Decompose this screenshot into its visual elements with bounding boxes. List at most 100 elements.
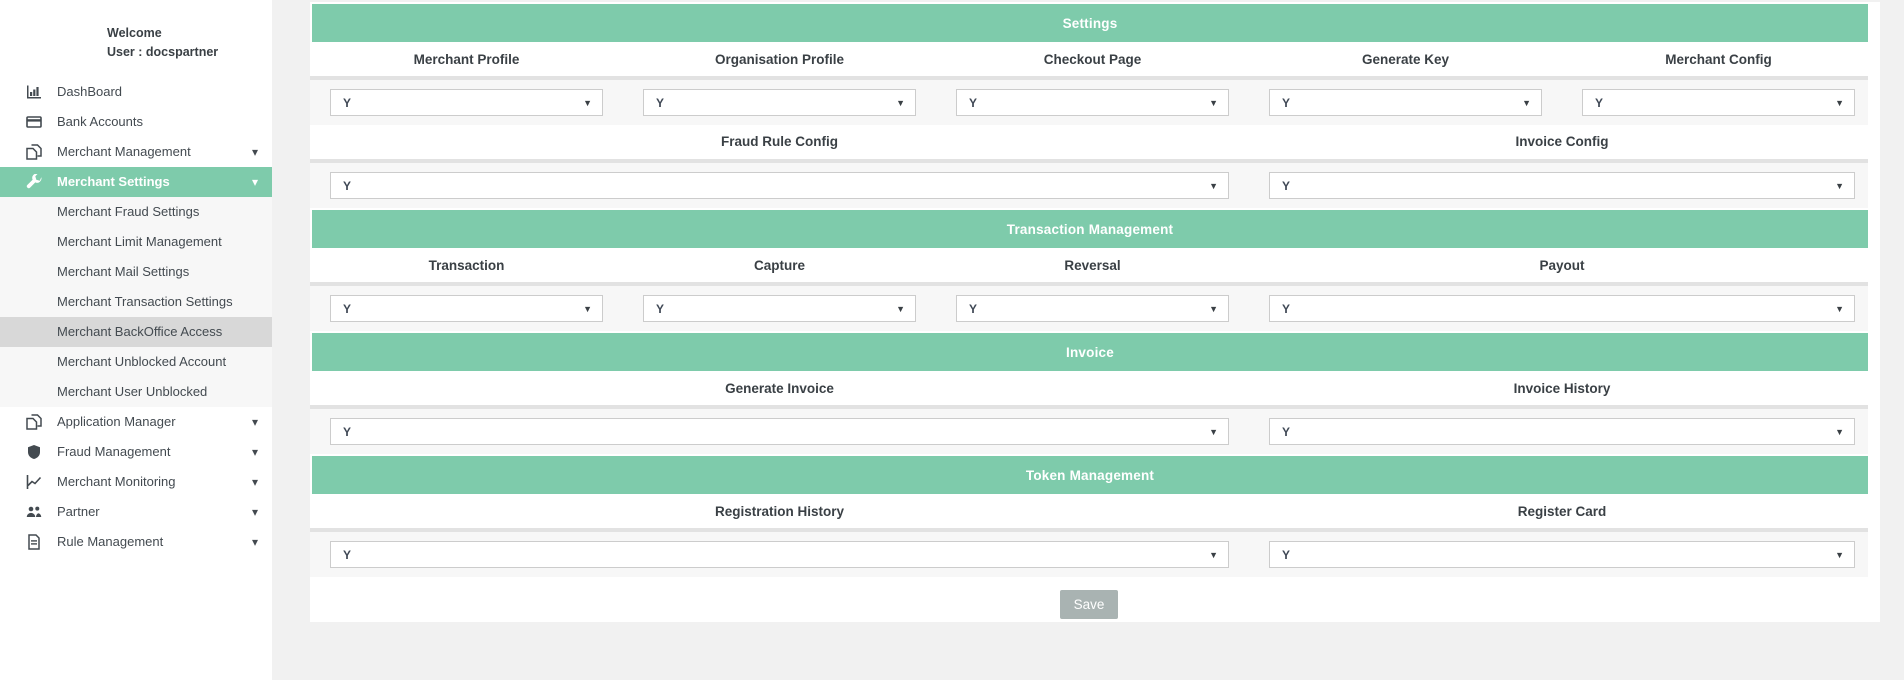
chevron-down-icon: ▾ (252, 506, 258, 518)
sidebar-subitem-merchant-fraud-settings[interactable]: Merchant Fraud Settings (0, 197, 272, 227)
partner-icon (26, 504, 44, 520)
dropdown-caret-icon: ▼ (1209, 304, 1218, 314)
invoice-header-row: Generate Invoice Invoice History (310, 373, 1868, 405)
generate-invoice-select[interactable]: Y ▼ (330, 418, 1229, 445)
bank-accounts-icon (26, 114, 44, 130)
sidebar-item-bank-accounts[interactable]: Bank Accounts (0, 107, 272, 137)
field-label: Registration History (330, 504, 1229, 520)
settings-header-row-2: Fraud Rule Config Invoice Config (310, 125, 1868, 159)
shield-icon (26, 444, 44, 460)
dropdown-caret-icon: ▼ (1209, 550, 1218, 560)
field-label: Transaction (330, 258, 603, 274)
sidebar-item-label: Bank Accounts (57, 114, 258, 129)
sidebar-item-merchant-management[interactable]: Merchant Management ▾ (0, 137, 272, 167)
sidebar-item-merchant-monitoring[interactable]: Merchant Monitoring ▾ (0, 467, 272, 497)
field-label: Invoice Config (1269, 134, 1855, 150)
register-card-select[interactable]: Y ▼ (1269, 541, 1855, 568)
field-label: Organisation Profile (643, 52, 916, 68)
welcome-user: User : docspartner (107, 43, 262, 62)
dropdown-caret-icon: ▼ (1835, 304, 1844, 314)
registration-history-select[interactable]: Y ▼ (330, 541, 1229, 568)
field-label: Capture (643, 258, 916, 274)
welcome-text: Welcome (107, 24, 262, 43)
checkout-page-select[interactable]: Y ▼ (956, 89, 1229, 116)
section-header-invoice: Invoice (312, 333, 1868, 371)
field-label: Merchant Config (1582, 52, 1855, 68)
sidebar-item-merchant-settings[interactable]: Merchant Settings ▾ (0, 167, 272, 197)
settings-header-row: Merchant Profile Organisation Profile Ch… (310, 44, 1868, 76)
monitoring-icon (26, 474, 44, 490)
sidebar: Welcome User : docspartner DashBoard Ban… (0, 0, 272, 680)
sidebar-subitem-merchant-backoffice-access[interactable]: Merchant BackOffice Access (0, 317, 272, 347)
sidebar-item-label: Merchant Management (57, 144, 252, 159)
field-label: Payout (1269, 258, 1855, 274)
dropdown-caret-icon: ▼ (1835, 427, 1844, 437)
chevron-down-icon: ▾ (252, 446, 258, 458)
wrench-icon (26, 174, 44, 190)
save-button[interactable]: Save (1060, 590, 1118, 619)
sidebar-subitem-merchant-limit-management[interactable]: Merchant Limit Management (0, 227, 272, 257)
field-label: Merchant Profile (330, 52, 603, 68)
field-label: Generate Key (1269, 52, 1542, 68)
dropdown-caret-icon: ▼ (1835, 181, 1844, 191)
sidebar-subitem-label: Merchant BackOffice Access (57, 324, 222, 339)
sidebar-subitem-label: Merchant Limit Management (57, 234, 222, 249)
organisation-profile-select[interactable]: Y ▼ (643, 89, 916, 116)
dropdown-caret-icon: ▼ (1209, 98, 1218, 108)
settings-select-row: Y ▼ Y ▼ Y ▼ Y ▼ Y ▼ (310, 80, 1868, 125)
capture-select[interactable]: Y ▼ (643, 295, 916, 322)
sidebar-subitem-merchant-unblocked-account[interactable]: Merchant Unblocked Account (0, 347, 272, 377)
welcome-block: Welcome User : docspartner (0, 0, 272, 63)
settings-select-row-2: Y ▼ Y ▼ (310, 163, 1868, 208)
transaction-header-row: Transaction Capture Reversal Payout (310, 250, 1868, 282)
generate-key-select[interactable]: Y ▼ (1269, 89, 1542, 116)
sidebar-item-fraud-management[interactable]: Fraud Management ▾ (0, 437, 272, 467)
invoice-select-row: Y ▼ Y ▼ (310, 409, 1868, 454)
sidebar-item-partner[interactable]: Partner ▾ (0, 497, 272, 527)
sidebar-subitem-label: Merchant Unblocked Account (57, 354, 226, 369)
sidebar-subitem-merchant-transaction-settings[interactable]: Merchant Transaction Settings (0, 287, 272, 317)
sidebar-item-label: DashBoard (57, 84, 258, 99)
sidebar-subitem-label: Merchant Transaction Settings (57, 294, 233, 309)
chevron-down-icon: ▾ (252, 416, 258, 428)
merchant-management-icon (26, 144, 44, 160)
sidebar-item-dashboard[interactable]: DashBoard (0, 77, 272, 107)
chevron-down-icon: ▾ (252, 146, 258, 158)
transaction-select[interactable]: Y ▼ (330, 295, 603, 322)
sidebar-subitem-label: Merchant Mail Settings (57, 264, 189, 279)
section-header-settings: Settings (312, 4, 1868, 42)
sidebar-item-rule-management[interactable]: Rule Management ▾ (0, 527, 272, 557)
section-title: Token Management (1026, 468, 1154, 483)
sidebar-item-label: Merchant Monitoring (57, 474, 252, 489)
payout-select[interactable]: Y ▼ (1269, 295, 1855, 322)
fraud-rule-config-select[interactable]: Y ▼ (330, 172, 1229, 199)
dropdown-caret-icon: ▼ (1835, 98, 1844, 108)
chevron-down-icon: ▾ (252, 536, 258, 548)
merchant-config-select[interactable]: Y ▼ (1582, 89, 1855, 116)
field-label: Register Card (1269, 504, 1855, 520)
dropdown-caret-icon: ▼ (1209, 181, 1218, 191)
invoice-history-select[interactable]: Y ▼ (1269, 418, 1855, 445)
field-label: Checkout Page (956, 52, 1229, 68)
dropdown-caret-icon: ▼ (1209, 427, 1218, 437)
transaction-select-row: Y ▼ Y ▼ Y ▼ Y ▼ (310, 286, 1868, 331)
rule-management-icon (26, 534, 44, 550)
sidebar-subitem-merchant-user-unblocked[interactable]: Merchant User Unblocked (0, 377, 272, 407)
save-row: Save (310, 590, 1868, 619)
sidebar-item-label: Fraud Management (57, 444, 252, 459)
dashboard-icon (26, 84, 44, 100)
sidebar-item-application-manager[interactable]: Application Manager ▾ (0, 407, 272, 437)
chevron-down-icon: ▾ (252, 176, 258, 188)
sidebar-item-label: Merchant Settings (57, 174, 252, 189)
section-title: Transaction Management (1007, 222, 1173, 237)
sidebar-subitem-label: Merchant User Unblocked (57, 384, 207, 399)
field-label: Reversal (956, 258, 1229, 274)
section-header-token-management: Token Management (312, 456, 1868, 494)
sidebar-subitem-merchant-mail-settings[interactable]: Merchant Mail Settings (0, 257, 272, 287)
merchant-profile-select[interactable]: Y ▼ (330, 89, 603, 116)
chevron-down-icon: ▾ (252, 476, 258, 488)
dropdown-caret-icon: ▼ (583, 98, 592, 108)
invoice-config-select[interactable]: Y ▼ (1269, 172, 1855, 199)
field-label: Generate Invoice (330, 381, 1229, 397)
reversal-select[interactable]: Y ▼ (956, 295, 1229, 322)
